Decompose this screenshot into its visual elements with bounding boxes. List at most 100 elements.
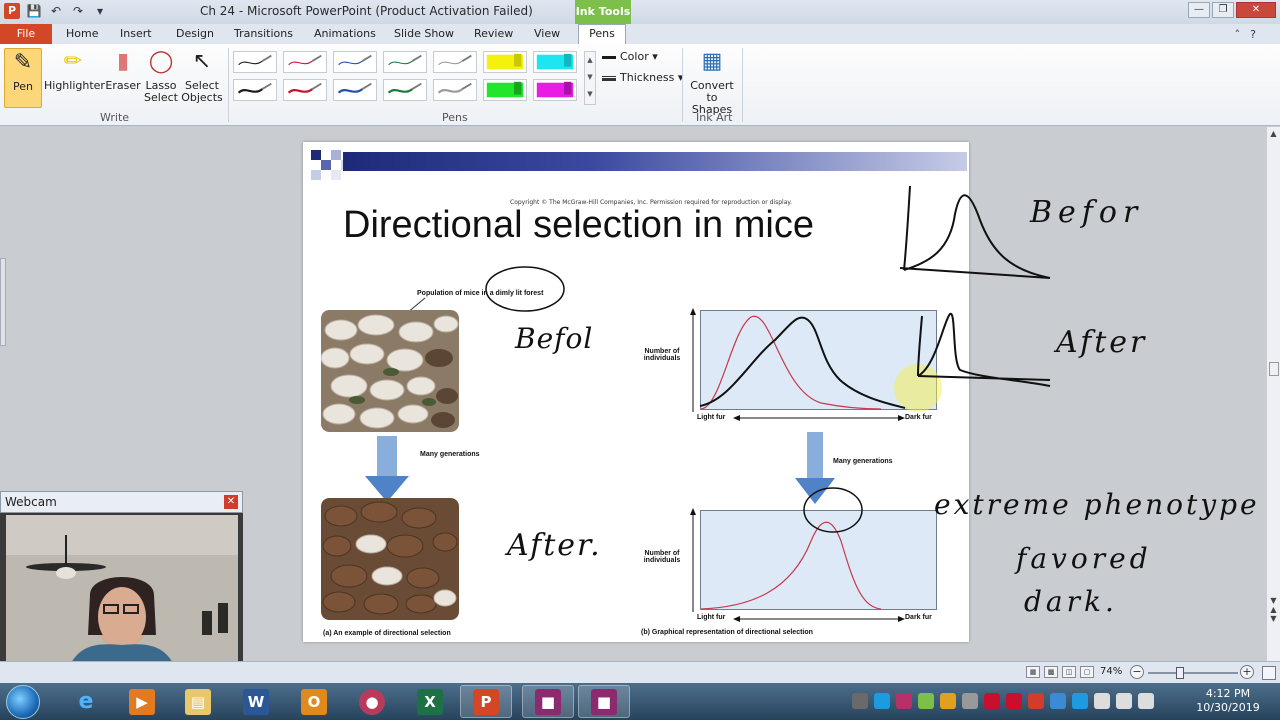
powerpoint-logo-icon[interactable]: P: [4, 3, 20, 19]
save-icon[interactable]: 💾: [26, 3, 42, 19]
eraser-button[interactable]: ▮ Eraser: [102, 48, 144, 92]
pen-swatch-green-thin[interactable]: [383, 51, 427, 73]
taskbar-screen-recorder-2[interactable]: ■: [578, 685, 630, 718]
zoom-out-button[interactable]: −: [1130, 665, 1144, 679]
internet-explorer-icon: e: [78, 689, 94, 714]
pen-swatch-gray-thick[interactable]: [433, 79, 477, 101]
tab-file[interactable]: File: [0, 24, 52, 44]
tray-icon[interactable]: [962, 693, 978, 709]
webcam-title-bar[interactable]: Webcam ✕: [0, 491, 243, 513]
slides-pane-handle[interactable]: [0, 258, 6, 346]
reading-view-icon[interactable]: ◫: [1062, 666, 1076, 678]
tab-insert[interactable]: Insert: [114, 26, 158, 41]
tray-icon[interactable]: [852, 693, 868, 709]
taskbar-powerpoint[interactable]: P: [460, 685, 512, 718]
taskbar-app[interactable]: ●: [346, 685, 398, 718]
highlighter-button[interactable]: ✏ Highlighter: [44, 48, 105, 92]
pen-swatch-gray-thin[interactable]: [433, 51, 477, 73]
taskbar-outlook[interactable]: O: [288, 685, 340, 718]
customize-qat-icon[interactable]: ▾: [92, 3, 108, 19]
slideshow-view-icon[interactable]: ▢: [1080, 666, 1094, 678]
webcam-scene: [6, 515, 238, 675]
network-icon[interactable]: [1094, 693, 1110, 709]
zoom-slider-thumb[interactable]: [1176, 667, 1184, 679]
color-label: Color: [620, 50, 649, 63]
vertical-scrollbar[interactable]: ▲ ▼ ▲ ▼: [1266, 127, 1280, 661]
thickness-button[interactable]: Thickness ▾: [602, 71, 683, 84]
normal-view-icon[interactable]: ▦: [1026, 666, 1040, 678]
pen-swatch-black-thick[interactable]: [233, 79, 277, 101]
population-label: Population of mice in a dimly lit forest: [417, 290, 544, 297]
taskbar-screen-recorder-1[interactable]: ■: [522, 685, 574, 718]
cursor-arrow-icon: ↖: [192, 49, 212, 74]
volume-icon[interactable]: [1116, 693, 1132, 709]
minimize-button[interactable]: —: [1188, 2, 1210, 18]
prev-slide-icon[interactable]: ▲: [1267, 605, 1280, 614]
zoom-level[interactable]: 74%: [1100, 666, 1122, 677]
tray-icon[interactable]: [1028, 693, 1044, 709]
highlighter-swatch-cyan[interactable]: [533, 51, 577, 73]
pen-swatch-blue-thin[interactable]: [333, 51, 377, 73]
tray-icon[interactable]: [1050, 693, 1066, 709]
lasso-select-button[interactable]: ◯ Lasso Select: [142, 48, 180, 104]
scroll-up-icon[interactable]: ▲: [1267, 129, 1280, 138]
skype-icon[interactable]: [874, 693, 890, 709]
redo-icon[interactable]: ↷: [70, 3, 86, 19]
tab-home[interactable]: Home: [60, 26, 104, 41]
zoom-slider-track[interactable]: [1148, 672, 1238, 674]
pen-swatch-green-thick[interactable]: [383, 79, 427, 101]
scroll-thumb[interactable]: [1269, 362, 1279, 376]
taskbar-word[interactable]: W: [230, 685, 282, 718]
select-objects-button[interactable]: ↖ Select Objects: [180, 48, 224, 104]
slide-canvas[interactable]: Copyright © The McGraw-Hill Companies, I…: [303, 142, 969, 642]
system-clock[interactable]: 4:12 PM 10/30/2019: [1196, 687, 1260, 715]
graph-before-selection: [700, 310, 937, 410]
taskbar-file-explorer[interactable]: ▤: [172, 685, 224, 718]
taskbar-media-player[interactable]: ▶: [116, 685, 168, 718]
highlighter-swatch-magenta[interactable]: [533, 79, 577, 101]
taskbar-excel[interactable]: X: [404, 685, 456, 718]
pen-swatch-black-thin[interactable]: [233, 51, 277, 73]
bluetooth-icon[interactable]: [1072, 693, 1088, 709]
tray-icon[interactable]: [1006, 693, 1022, 709]
slide-sorter-icon[interactable]: ▩: [1044, 666, 1058, 678]
acrobat-icon[interactable]: [984, 693, 1000, 709]
maximize-button[interactable]: ❐: [1212, 2, 1234, 18]
highlighter-swatch-green[interactable]: [483, 79, 527, 101]
webcam-close-icon[interactable]: ✕: [224, 495, 238, 509]
next-slide-icon[interactable]: ▼: [1267, 614, 1280, 623]
convert-to-shapes-button[interactable]: ▦ Convert to Shapes: [686, 48, 738, 116]
minimize-ribbon-icon[interactable]: ˄: [1235, 28, 1251, 41]
tab-design[interactable]: Design: [170, 26, 220, 41]
tab-slide-show[interactable]: Slide Show: [388, 26, 460, 41]
eraser-label: Eraser: [105, 79, 141, 92]
mice-population-before-image: [321, 310, 459, 432]
pen-button[interactable]: ✎ Pen: [4, 48, 42, 108]
tray-icon[interactable]: [896, 693, 912, 709]
tab-animations[interactable]: Animations: [308, 26, 382, 41]
battery-icon[interactable]: [918, 693, 934, 709]
slide-title[interactable]: Directional selection in mice: [343, 204, 814, 247]
color-button[interactable]: Color ▾: [602, 50, 658, 63]
taskbar-internet-explorer[interactable]: e: [60, 685, 112, 718]
flag-icon[interactable]: [1138, 693, 1154, 709]
pen-gallery-scroll[interactable]: ▲ ▼ ▼: [584, 51, 596, 105]
undo-icon[interactable]: ↶: [48, 3, 64, 19]
help-icon[interactable]: ?: [1250, 28, 1266, 41]
webcam-window[interactable]: Webcam ✕: [0, 491, 243, 681]
close-button[interactable]: ✕: [1236, 2, 1276, 18]
scroll-down-icon[interactable]: ▼: [1267, 596, 1280, 605]
tab-transitions[interactable]: Transitions: [228, 26, 299, 41]
tab-pens[interactable]: Pens: [578, 24, 626, 44]
tab-view[interactable]: View: [528, 26, 566, 41]
pen-swatch-red-thin[interactable]: [283, 51, 327, 73]
zoom-in-button[interactable]: +: [1240, 665, 1254, 679]
start-button[interactable]: [6, 685, 40, 719]
pen-swatch-blue-thick[interactable]: [333, 79, 377, 101]
tray-icon[interactable]: [940, 693, 956, 709]
caption-b: (b) Graphical representation of directio…: [641, 629, 813, 636]
pen-swatch-red-thick[interactable]: [283, 79, 327, 101]
fit-slide-icon[interactable]: [1262, 666, 1276, 680]
highlighter-swatch-yellow[interactable]: [483, 51, 527, 73]
tab-review[interactable]: Review: [468, 26, 519, 41]
